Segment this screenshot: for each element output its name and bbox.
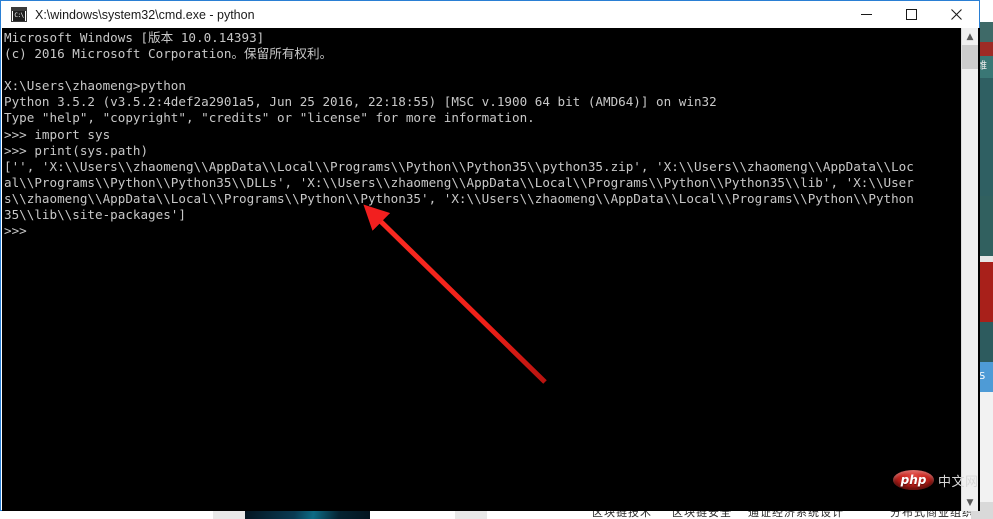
maximize-button[interactable]: [889, 1, 934, 28]
cmd-console-icon: C:\: [11, 7, 27, 22]
watermark: php 中文网: [893, 470, 979, 490]
minimize-button[interactable]: [844, 1, 889, 28]
close-icon: [951, 9, 962, 20]
scroll-up-arrow-icon[interactable]: ▲: [962, 28, 978, 45]
console-line: s\\zhaomeng\\AppData\\Local\\Programs\\P…: [4, 190, 914, 206]
watermark-label: 中文网: [938, 474, 979, 490]
console-line: al\\Programs\\Python\\Python35\\DLLs', '…: [4, 174, 914, 190]
console-line: Type "help", "copyright", "credits" or "…: [4, 110, 535, 126]
window-title: X:\windows\system32\cmd.exe - python: [35, 7, 255, 22]
console-scrollbar[interactable]: ▲ ▼: [961, 28, 978, 511]
watermark-badge-text: php: [900, 473, 927, 487]
screenshot-root: 区块链技术 区块链安全 通证经济系统设计 分布式商业组织 维 S C:\ X:\…: [0, 0, 993, 519]
close-button[interactable]: [934, 1, 979, 28]
scroll-down-arrow-icon[interactable]: ▼: [962, 494, 978, 511]
scrollbar-thumb[interactable]: [962, 45, 978, 69]
console-output-area[interactable]: Microsoft Windows [版本 10.0.14393] (c) 201…: [2, 28, 980, 511]
console-line: >>> import sys: [4, 126, 111, 142]
cmd-icon-glyph: C:\: [13, 11, 25, 21]
console-line: >>>: [4, 223, 27, 239]
console-line: Python 3.5.2 (v3.5.2:4def2a2901a5, Jun 2…: [4, 94, 717, 110]
console-line: X:\Users\zhaomeng>python: [4, 78, 186, 94]
watermark-badge: php: [893, 470, 934, 490]
window-controls[interactable]: [844, 1, 979, 28]
console-text-buffer: Microsoft Windows [版本 10.0.14393] (c) 201…: [4, 30, 960, 239]
console-line: 35\\lib\\site-packages']: [4, 207, 186, 223]
console-line: (c) 2016 Microsoft Corporation。保留所有权利。: [4, 46, 333, 62]
minimize-icon: [861, 14, 872, 15]
title-bar[interactable]: C:\ X:\windows\system32\cmd.exe - python: [1, 1, 979, 28]
console-window[interactable]: C:\ X:\windows\system32\cmd.exe - python: [0, 0, 980, 511]
console-line: Microsoft Windows [版本 10.0.14393]: [4, 30, 265, 45]
console-line: ['', 'X:\\Users\\zhaomeng\\AppData\\Loca…: [4, 158, 914, 174]
console-line: >>> print(sys.path): [4, 142, 149, 158]
maximize-icon: [906, 9, 917, 20]
